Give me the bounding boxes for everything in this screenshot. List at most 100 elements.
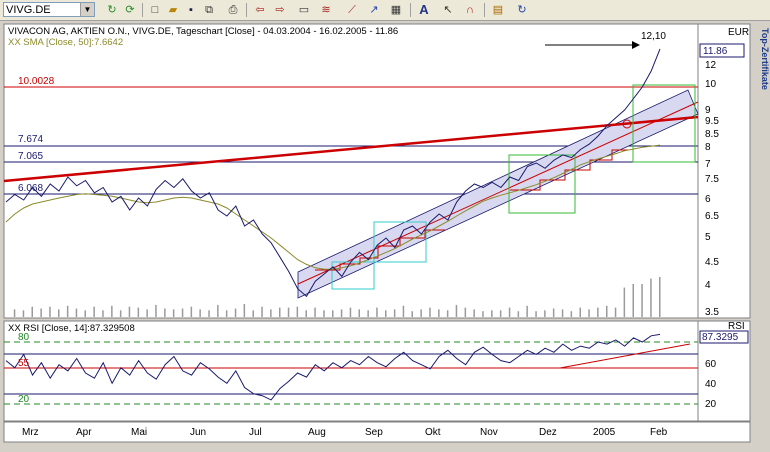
chart-area[interactable]: 12,10 VIVACON AG, AKTIEN O.N., VIVG.DE, …: [0, 22, 770, 449]
rsi-y-tick: 60: [705, 359, 717, 370]
drawing-icon[interactable]: ⟋: [344, 2, 360, 18]
level-label-10: 10.0028: [18, 76, 55, 87]
volume-bar: [296, 306, 299, 317]
volume-bar: [438, 309, 440, 317]
volume-bar: [455, 304, 458, 317]
toolbar: VIVG.DE ▼ ↻ ⟳ □ ▰ ▪ ⧉ ⎙ ⇦ ⇨ ▭ ≋ ⟋ ↗ ▦ A …: [0, 0, 770, 21]
y-tick: 12: [705, 60, 717, 71]
volume-bar: [411, 311, 413, 317]
volume-bar: [632, 284, 634, 317]
chart-header: VIVACON AG, AKTIEN O.N., VIVG.DE, Tagesc…: [8, 26, 398, 37]
new-icon[interactable]: □: [147, 2, 163, 18]
volume-bar: [340, 309, 343, 317]
volume-bar: [544, 310, 546, 317]
peak-annotation: 12,10: [641, 31, 666, 42]
y-tick: 7: [705, 159, 711, 170]
rsi-panel[interactable]: [3, 320, 699, 422]
volume-bar: [243, 304, 246, 317]
volume-bar: [314, 307, 316, 317]
y-tick: 6.5: [705, 211, 719, 222]
volume-bar: [58, 309, 60, 317]
volume-bar: [597, 307, 599, 317]
sma-label: XX SMA [Close, 50]:7.6642: [8, 37, 123, 48]
volume-bar: [464, 307, 467, 317]
rsi-label-80: 80: [18, 332, 30, 343]
volume-bar: [270, 309, 272, 317]
volume-bar: [279, 307, 281, 317]
volume-bar: [420, 309, 422, 317]
save-icon[interactable]: ▪: [183, 2, 199, 18]
volume-bar: [526, 305, 528, 317]
y-tick: 6: [705, 194, 711, 205]
volume-bar: [606, 305, 608, 317]
y-tick: 4: [705, 280, 711, 291]
toolbar-separator: [410, 3, 411, 17]
symbol-select[interactable]: VIVG.DE ▼: [3, 2, 95, 17]
indicator-icon[interactable]: ≋: [318, 2, 334, 18]
trendline-icon[interactable]: ↗: [366, 2, 382, 18]
chevron-down-icon[interactable]: ▼: [80, 3, 94, 16]
refresh-icon[interactable]: ↻: [104, 2, 120, 18]
y-tick: 4.5: [705, 257, 719, 268]
x-tick: Mrz: [22, 427, 39, 438]
currency-label: EUR: [728, 27, 749, 38]
forward-icon[interactable]: ⇨: [272, 2, 288, 18]
x-tick: Mai: [131, 427, 147, 438]
volume-bar: [111, 305, 113, 317]
volume-bar: [75, 308, 78, 317]
volume-bar: [137, 307, 140, 317]
last-price-value: 11.86: [703, 46, 728, 57]
x-tick: Aug: [308, 427, 326, 438]
rsi-y-tick: 40: [705, 379, 717, 390]
volume-bar: [128, 306, 131, 317]
redo-icon[interactable]: ↻: [514, 2, 530, 18]
volume-bar: [614, 307, 617, 317]
volume-bar: [332, 310, 334, 317]
template-icon[interactable]: ▤: [490, 2, 506, 18]
volume-bar: [508, 307, 511, 317]
side-tab-top-zertifikate[interactable]: Top-Zertifikate: [760, 28, 770, 90]
y-tick: 7.5: [705, 174, 719, 185]
x-tick: Okt: [425, 427, 441, 438]
cursor-icon[interactable]: ↖: [440, 2, 456, 18]
volume-bar: [119, 310, 122, 317]
volume-bar: [650, 278, 652, 317]
x-tick: 2005: [593, 427, 616, 438]
y-tick: 8: [705, 142, 711, 153]
volume-bar: [659, 277, 661, 317]
y-tick: 9.5: [705, 116, 719, 127]
volume-bar: [473, 309, 475, 317]
volume-bar: [499, 310, 502, 317]
print-icon[interactable]: ⎙: [225, 2, 241, 18]
volume-bar: [641, 284, 643, 317]
volume-bar: [561, 309, 564, 317]
volume-bar: [358, 309, 360, 317]
volume-bar: [446, 310, 449, 317]
volume-bar: [261, 306, 263, 317]
text-icon[interactable]: A: [416, 2, 432, 18]
x-tick: Sep: [365, 427, 383, 438]
volume-bar: [199, 309, 201, 317]
volume-bar: [349, 307, 352, 317]
y-tick: 8.5: [705, 129, 719, 140]
x-tick: Jul: [249, 427, 262, 438]
volume-bar: [482, 311, 484, 317]
rsi-tag: RSI: [728, 321, 745, 332]
open-icon[interactable]: ▰: [165, 2, 181, 18]
volume-bar: [146, 309, 148, 317]
volume-bar: [84, 310, 86, 317]
volume-bar: [623, 287, 626, 317]
volume-bar: [517, 311, 520, 317]
volume-bar: [93, 306, 95, 317]
volume-bar: [172, 309, 175, 317]
copy-icon[interactable]: ⧉: [201, 2, 217, 18]
back-icon[interactable]: ⇦: [252, 2, 268, 18]
reload-icon[interactable]: ⟳: [122, 2, 138, 18]
volume-bar: [190, 306, 193, 317]
settings-icon[interactable]: ▦: [388, 2, 404, 18]
rsi-label-20: 20: [18, 394, 30, 405]
toolbar-separator: [246, 3, 247, 17]
chart-type-icon[interactable]: ▭: [296, 2, 312, 18]
volume-bar: [252, 310, 254, 317]
magnet-icon[interactable]: ∩: [462, 2, 478, 18]
